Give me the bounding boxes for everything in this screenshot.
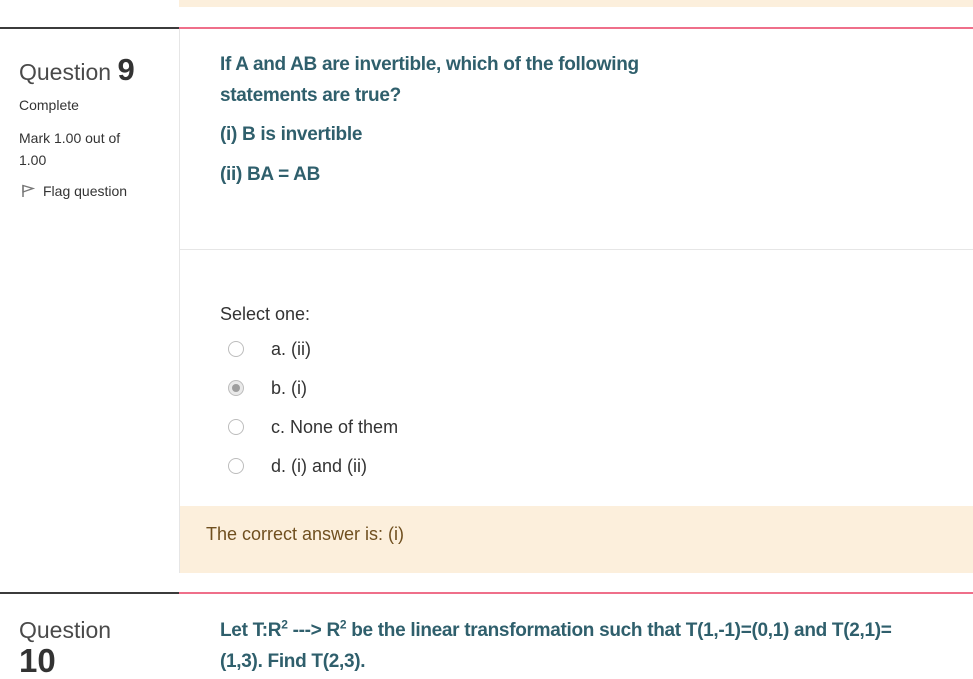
option-label-b: b. (i) [271, 377, 307, 398]
question-text-line-1: Let T:R2 ---> R2 be the linear transform… [220, 619, 892, 642]
question-divider-right [179, 592, 973, 594]
statement-2: (ii) BA = AB [220, 164, 321, 185]
question-number: Question 9 [19, 52, 135, 88]
correct-answer-feedback: The correct answer is: (i) [206, 524, 405, 544]
question-text-line-2: (1,3). Find T(2,3). [220, 651, 366, 672]
question-text-line-2: statements are true? [220, 85, 401, 106]
radio-a[interactable] [228, 341, 244, 357]
answer-option-a[interactable]: a. (ii) [228, 337, 311, 361]
radio-b[interactable] [228, 380, 244, 396]
question-number-value: 9 [117, 52, 135, 87]
option-label-c: c. None of them [271, 416, 399, 437]
previous-feedback-strip [179, 0, 973, 7]
question-text-line-1: If A and AB are invertible, which of the… [220, 54, 639, 75]
question-number-value: 10 [19, 642, 56, 679]
answer-option-c[interactable]: c. None of them [228, 415, 398, 439]
question-label: Question [19, 59, 112, 85]
answer-option-d[interactable]: d. (i) and (ii) [228, 454, 367, 478]
option-label-a: a. (ii) [271, 338, 311, 359]
question-label: Question [19, 617, 112, 643]
flag-question-button[interactable]: Flag question [21, 183, 127, 199]
radio-c[interactable] [228, 419, 244, 435]
radio-d[interactable] [228, 458, 244, 474]
flag-question-label: Flag question [43, 183, 128, 199]
question-state: Complete [19, 97, 79, 113]
statement-1: (i) B is invertible [220, 124, 363, 145]
option-label-d: d. (i) and (ii) [271, 455, 368, 476]
question-grade: Mark 1.00 out of 1.00 [19, 130, 121, 168]
question-divider-left [0, 27, 179, 29]
question-divider-left [0, 592, 179, 594]
q10-text-part-b: ---> R [287, 620, 341, 641]
flag-icon [21, 184, 35, 198]
q10-text-part-c: be the linear transformation such that T… [346, 620, 892, 641]
answer-option-b[interactable]: b. (i) [228, 376, 307, 400]
q10-text-part-a: Let T:R [220, 620, 282, 641]
select-one-prompt: Select one: [220, 304, 311, 324]
